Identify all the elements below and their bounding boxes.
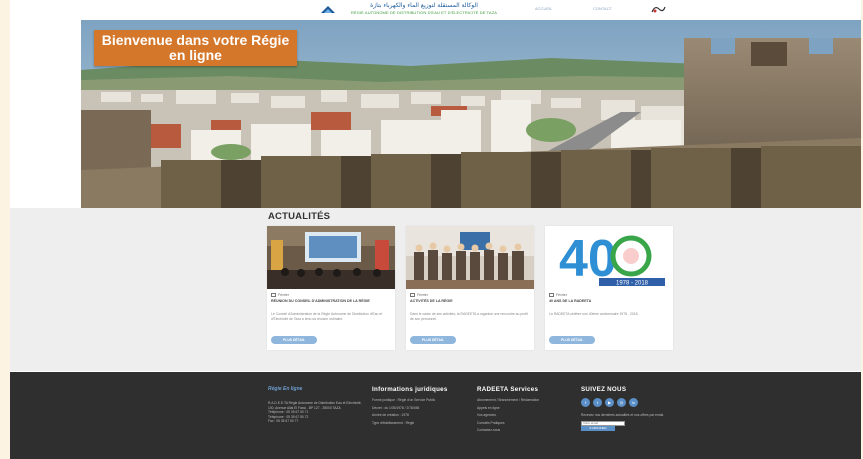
news-card-date: Février [549,293,567,297]
news-card-more-button[interactable]: PLUS DÉTAIL [549,336,595,344]
logo-text-arabic: الوكالة المستقلة لتوزيع الماء والكهرباء … [370,2,478,9]
news-card-image[interactable]: 40 1978 - 2018 [545,226,673,289]
page: الوكالة المستقلة لتوزيع الماء والكهرباء … [10,0,861,459]
header: الوكالة المستقلة لتوزيع الماء والكهرباء … [10,0,861,20]
footer-legal-item: Type d'établissement : Régie [372,420,415,425]
news-card-date-text: Février [278,293,289,297]
news-card-date: Février [271,293,289,297]
anniversary-years: 1978 - 2018 [616,281,649,287]
hero-title: Bienvenue dans votre Régie en ligne [94,30,297,66]
twitter-icon[interactable]: t [593,398,602,407]
news-card-excerpt: Le Conseil d'Administration de la Régie … [271,312,383,321]
news-heading: ACTUALITÉS [268,211,331,222]
logo-text-french: RÉGIE AUTONOME DE DISTRIBUTION D'EAU ET … [350,10,498,15]
news-card-date-text: Février [556,293,567,297]
footer-services-column: RADEETA Services Abonnement / Branchemen… [477,386,577,436]
news-card-image[interactable] [406,226,534,289]
nav-accueil[interactable]: ACCUEIL [535,6,552,11]
footer-legal-column: Informations juridiques Forme juridique … [372,386,468,428]
footer-legal-item: Année de création : 1978 [372,413,409,418]
footer-service-link[interactable]: Contactez-nous [477,428,577,433]
news-card[interactable]: 40 1978 - 2018 Février 40 ans de la RADE… [545,226,673,350]
footer-legal-item: Décret : du 1/05/1978 / 2/78/456 [372,405,420,410]
news-card-more-button[interactable]: PLUS DÉTAIL [271,336,317,344]
footer-contact-column: Régie En ligne R.A.D.E.E.TA Régie Autono… [268,386,364,424]
footer-social-column: SUIVEZ NOUS f t ▶ ◎ in Recevez nos derni… [581,386,681,431]
news-card-title[interactable]: 40 ans de la RADEETA [549,299,669,304]
news-section: ACTUALITÉS Février RÉUNION DU CONSEIL D'… [10,208,861,371]
social-links: f t ▶ ◎ in [581,398,681,407]
newsletter-form: S'ABONNER [581,420,681,431]
newsletter-text: Recevez nos dernières actualités et nos … [581,413,664,417]
news-card-date-text: Février [417,293,428,297]
news-card-image[interactable] [267,226,395,289]
brand-emblem-icon[interactable] [650,4,666,15]
news-card-date: Février [410,293,428,297]
news-card-excerpt: La RADEETA célèbre son 40ème anniversair… [549,312,639,316]
calendar-icon [549,293,554,297]
footer-service-link[interactable]: Vos agences [477,413,577,418]
news-card-more-button[interactable]: PLUS DÉTAIL [410,336,456,344]
footer-service-link[interactable]: Conseils Pratiques [477,421,577,426]
news-card[interactable]: Février Activités de la Régie Dans le ca… [406,226,534,350]
news-card[interactable]: Février Réunion du Conseil d'Administrat… [267,226,395,350]
footer-brand[interactable]: Régie En ligne [268,386,364,392]
footer-services-heading: RADEETA Services [477,386,539,393]
footer: Régie En ligne R.A.D.E.E.TA Régie Autono… [10,372,861,459]
news-card-title[interactable]: Activités de la Régie [410,299,530,304]
calendar-icon [410,293,415,297]
calendar-icon [271,293,276,297]
logo-icon[interactable] [320,4,336,15]
nav-contact[interactable]: CONTACT [593,6,612,11]
footer-service-link[interactable]: Appels en ligne [477,406,577,411]
footer-service-link[interactable]: Abonnement / Branchement / Réclamation [477,398,577,403]
hero-banner: Bienvenue dans votre Régie en ligne [81,20,861,208]
news-card-excerpt: Dans le cadre de ses activités, la RADEE… [410,312,528,321]
footer-legal-item: Forme juridique : Régie d'un Service Pub… [372,398,436,402]
instagram-icon[interactable]: ◎ [617,398,626,407]
footer-legal-heading: Informations juridiques [372,386,448,393]
footer-address: R.A.D.E.E.TA Régie Autonome de Distribut… [268,401,362,410]
footer-social-heading: SUIVEZ NOUS [581,386,627,393]
news-card-title[interactable]: Réunion du Conseil d'Administration de l… [271,299,391,304]
youtube-icon[interactable]: ▶ [605,398,614,407]
linkedin-icon[interactable]: in [629,398,638,407]
footer-fax: Fax : 05 35 67 50 77 [268,419,299,423]
newsletter-subscribe-button[interactable]: S'ABONNER [581,425,615,431]
facebook-icon[interactable]: f [581,398,590,407]
